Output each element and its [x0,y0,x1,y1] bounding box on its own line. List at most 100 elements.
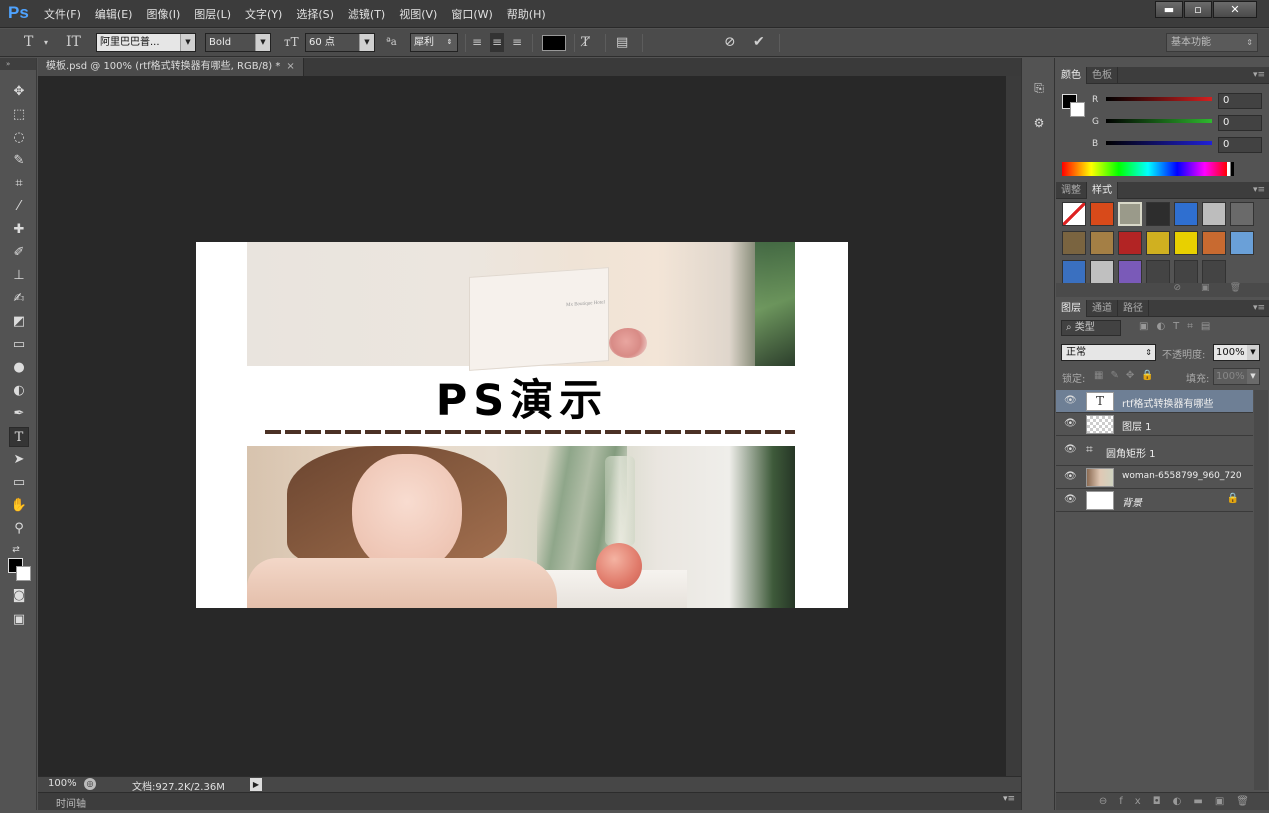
marquee-tool-icon[interactable]: ⬚ [9,105,29,125]
menu-type[interactable]: 文字(Y) [245,6,282,22]
style-swatch[interactable] [1118,260,1142,284]
menu-view[interactable]: 视图(V) [399,6,437,22]
healing-brush-tool-icon[interactable]: ✚ [9,220,29,240]
style-swatch[interactable] [1146,260,1170,284]
menu-window[interactable]: 窗口(W) [451,6,492,22]
style-swatch[interactable] [1062,260,1086,284]
tab-layers[interactable]: 图层 [1056,300,1087,317]
warp-text-icon[interactable]: Ⱦ [581,33,590,52]
history-panel-icon[interactable]: ⎘ [1029,78,1049,98]
menu-edit[interactable]: 编辑(E) [95,6,133,22]
style-swatch[interactable] [1230,202,1254,226]
quick-mask-icon[interactable]: ◙ [9,586,29,606]
cancel-icon[interactable]: ⊘ [724,33,736,52]
opacity-input[interactable]: 100% ▼ [1213,344,1260,361]
panel-menu-icon[interactable]: ▾≡ [1253,182,1265,199]
color-spectrum[interactable] [1062,162,1234,176]
clear-style-icon[interactable]: ⊘ [1174,283,1202,293]
style-swatch[interactable] [1118,202,1142,226]
layer-row-image[interactable]: 👁 woman-6558799_960_720 [1056,466,1253,489]
blur-tool-icon[interactable]: ● [9,358,29,378]
eye-icon[interactable]: 👁 [1064,471,1077,482]
rectangle-tool-icon[interactable]: ▭ [9,473,29,493]
close-icon[interactable]: × [286,61,294,72]
background-color-swatch[interactable] [16,566,31,581]
play-icon[interactable]: ▶ [250,778,262,791]
font-size-select[interactable]: 60 点 ▼ [305,33,375,52]
tab-paths[interactable]: 路径 [1118,300,1149,317]
menu-file[interactable]: 文件(F) [44,6,81,22]
eyedropper-tool-icon[interactable]: ⁄ [9,197,29,217]
commit-check-icon[interactable]: ✔ [753,33,765,52]
path-selection-tool-icon[interactable]: ➤ [9,450,29,470]
panel-menu-icon[interactable]: ▾≡ [1253,300,1265,317]
fill-input[interactable]: 100% ▼ [1213,368,1260,385]
new-style-icon[interactable]: ▣ [1201,283,1230,293]
eye-icon[interactable]: 👁 [1064,418,1077,429]
menu-help[interactable]: 帮助(H) [507,6,546,22]
type-tool-preset-icon[interactable]: T [24,33,33,52]
style-swatch[interactable] [1174,231,1198,255]
background-color-swatch[interactable] [1070,102,1085,117]
style-swatch[interactable] [1146,231,1170,255]
tab-styles[interactable]: 样式 [1087,182,1118,199]
layers-scrollbar[interactable] [1254,390,1268,790]
type-tool-icon[interactable]: T [9,427,29,447]
layer-row-text[interactable]: 👁 T rtf格式转换器有哪些 [1056,390,1253,413]
style-swatch[interactable] [1118,231,1142,255]
vertical-scrollbar[interactable] [1006,76,1021,776]
history-brush-tool-icon[interactable]: ✍ [9,289,29,309]
delete-icon[interactable]: 🗑 [1230,283,1261,293]
style-swatch[interactable] [1090,231,1114,255]
antialias-select[interactable]: 犀利 ⇕ [410,33,458,52]
font-family-select[interactable]: 阿里巴巴普... ▼ [96,33,196,52]
mask-icon[interactable]: ◘ [1153,796,1173,807]
layer-row-layer1[interactable]: 👁 图层 1 [1056,413,1253,436]
chevron-down-icon[interactable]: ▾ [44,33,48,52]
style-swatch[interactable] [1146,202,1170,226]
style-swatch[interactable] [1062,202,1086,226]
gradient-tool-icon[interactable]: ▭ [9,335,29,355]
tab-channels[interactable]: 通道 [1087,300,1118,317]
move-tool-icon[interactable]: ✥ [9,82,29,102]
align-center-icon[interactable]: ≡ [490,33,505,52]
screen-mode-icon[interactable]: ▣ [9,610,29,630]
style-swatch[interactable] [1174,202,1198,226]
tab-adjustments[interactable]: 调整 [1056,182,1087,199]
zoom-tool-icon[interactable]: ⚲ [9,519,29,539]
collapse-icon[interactable]: » [0,58,36,70]
tab-swatches[interactable]: 色板 [1087,67,1118,84]
style-swatch[interactable] [1202,260,1226,284]
info-icon[interactable]: ◎ [84,778,96,790]
panel-menu-icon[interactable]: ▾≡ [1003,794,1015,804]
adjustment-icon[interactable]: ◐ [1173,796,1194,807]
dodge-tool-icon[interactable]: ◐ [9,381,29,401]
pen-tool-icon[interactable]: ✒ [9,404,29,424]
link-icon[interactable]: ⊖ [1099,796,1119,807]
style-swatch[interactable] [1174,260,1198,284]
fx-icon[interactable]: fx [1119,796,1152,807]
quick-selection-tool-icon[interactable]: ✎ [9,151,29,171]
style-swatch[interactable] [1202,202,1226,226]
blend-mode-select[interactable]: 正常 ⇕ [1061,344,1156,361]
restore-button[interactable]: ▫ [1184,1,1212,18]
red-slider[interactable] [1106,97,1212,101]
properties-panel-icon[interactable]: ⚙ [1029,113,1049,133]
lasso-tool-icon[interactable]: ◌ [9,128,29,148]
eye-icon[interactable]: 👁 [1064,494,1077,505]
eraser-tool-icon[interactable]: ◩ [9,312,29,332]
delete-icon[interactable]: 🗑 [1236,796,1261,807]
hand-tool-icon[interactable]: ✋ [9,496,29,516]
style-swatch[interactable] [1062,231,1086,255]
menu-select[interactable]: 选择(S) [296,6,334,22]
title-text-layer[interactable]: PS演示 [196,374,848,428]
panel-menu-icon[interactable]: ▾≡ [1253,67,1265,84]
style-swatch[interactable] [1230,231,1254,255]
clone-stamp-tool-icon[interactable]: ⊥ [9,266,29,286]
style-swatch[interactable] [1090,202,1114,226]
new-layer-icon[interactable]: ▣ [1215,796,1236,807]
blue-value-input[interactable]: 0 [1218,137,1262,153]
tab-color[interactable]: 颜色 [1056,67,1087,84]
close-button[interactable]: ✕ [1213,1,1257,18]
menu-image[interactable]: 图像(I) [146,6,180,22]
